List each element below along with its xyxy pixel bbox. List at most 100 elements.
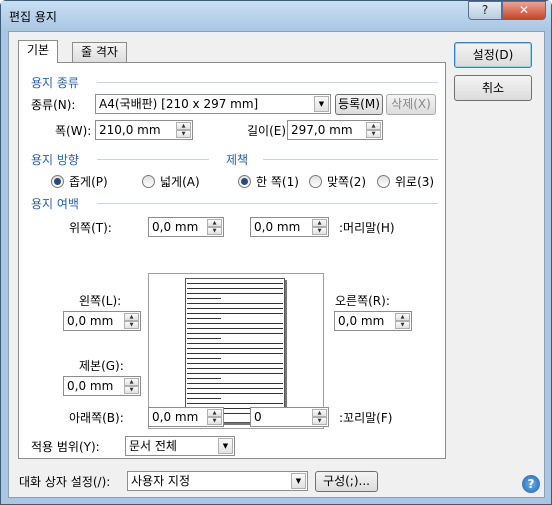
footer-margin-value: 0 <box>254 410 262 424</box>
spin-down-icon[interactable]: ▼ <box>312 417 327 425</box>
binding-top-radio[interactable] <box>377 175 390 188</box>
spin-down-icon[interactable]: ▼ <box>176 130 191 138</box>
header-margin-spinner[interactable]: ▲ ▼ <box>312 219 327 235</box>
margin-left-spinner[interactable]: ▲ ▼ <box>124 313 139 329</box>
spin-up-icon[interactable]: ▲ <box>124 378 139 386</box>
width-spinner[interactable]: ▲ ▼ <box>176 122 191 138</box>
preview-text-line <box>187 323 283 324</box>
margin-left-input[interactable]: 0,0 mm ▲ ▼ <box>63 311 141 331</box>
divider <box>97 82 438 83</box>
margin-right-spinner[interactable]: ▲ ▼ <box>395 313 410 329</box>
spin-down-icon[interactable]: ▼ <box>124 321 139 329</box>
paper-kind-label: 종류(N): <box>31 98 76 112</box>
help-button[interactable]: ? <box>468 1 502 20</box>
dialog-settings-label: 대화 상자 설정(/): <box>19 475 111 489</box>
margin-bottom-value: 0,0 mm <box>152 410 199 424</box>
paper-kind-select[interactable]: A4(국배판) [210 x 297 mm] ▼ <box>95 94 331 114</box>
margin-left-label: 왼쪽(L): <box>79 294 122 308</box>
header-margin-input[interactable]: 0,0 mm ▲ ▼ <box>250 217 329 237</box>
preview-text-line <box>187 333 283 334</box>
margin-bottom-input[interactable]: 0,0 mm ▲ ▼ <box>148 407 224 427</box>
scope-label: 적용 범위(Y): <box>31 440 100 454</box>
scope-select[interactable]: 문서 전체 ▼ <box>125 436 235 456</box>
landscape-label[interactable]: 넓게(A) <box>160 173 200 190</box>
tab-line-grid[interactable]: 줄 격자 <box>72 42 127 63</box>
margin-top-spinner[interactable]: ▲ ▼ <box>207 219 222 235</box>
spin-down-icon[interactable]: ▼ <box>207 227 222 235</box>
help-icon[interactable]: ? <box>522 475 540 493</box>
chevron-down-icon[interactable]: ▼ <box>314 96 329 112</box>
binding-facing-label[interactable]: 맞쪽(2) <box>327 173 366 190</box>
binding-one-side-label[interactable]: 한 쪽(1) <box>256 173 299 190</box>
ok-button[interactable]: 설정(D) <box>454 42 532 68</box>
landscape-radio[interactable] <box>142 175 155 188</box>
scope-value: 문서 전체 <box>129 439 177 453</box>
preview-text-line <box>187 378 221 379</box>
preview-text-line <box>187 398 221 399</box>
tab-basic[interactable]: 기본 <box>18 40 59 63</box>
width-input[interactable]: 210,0 mm ▲ ▼ <box>95 120 193 140</box>
preview-text-line <box>187 328 283 329</box>
title-bar[interactable]: 편집 용지 ? ✕ <box>1 1 551 31</box>
preview-text-line <box>187 298 221 299</box>
spin-up-icon[interactable]: ▲ <box>366 122 381 130</box>
spin-up-icon[interactable]: ▲ <box>207 219 222 227</box>
preview-text-line <box>187 283 283 284</box>
binding-facing-radio[interactable] <box>309 175 322 188</box>
gutter-spinner[interactable]: ▲ ▼ <box>124 378 139 394</box>
binding-one-side-radio[interactable] <box>238 175 251 188</box>
chevron-down-icon[interactable]: ▼ <box>291 473 306 489</box>
divider <box>263 159 438 160</box>
dialog-settings-select[interactable]: 사용자 지정 ▼ <box>127 471 308 491</box>
register-button[interactable]: 등록(M) <box>335 94 383 115</box>
spin-up-icon[interactable]: ▲ <box>124 313 139 321</box>
spin-down-icon[interactable]: ▼ <box>395 321 410 329</box>
spin-up-icon[interactable]: ▲ <box>395 313 410 321</box>
page-preview <box>148 273 324 429</box>
gutter-input[interactable]: 0,0 mm ▲ ▼ <box>63 376 141 396</box>
binding-top-label[interactable]: 위로(3) <box>395 173 434 190</box>
length-spinner[interactable]: ▲ ▼ <box>366 122 381 138</box>
margin-left-value: 0,0 mm <box>67 314 114 328</box>
spin-down-icon[interactable]: ▼ <box>312 227 327 235</box>
configure-button[interactable]: 구성(;)... <box>315 471 378 492</box>
preview-text-line <box>187 343 283 344</box>
preview-text-line <box>187 288 283 289</box>
preview-text-line <box>187 388 283 389</box>
margin-right-label: 오른쪽(R): <box>335 294 390 308</box>
margin-bottom-spinner[interactable]: ▲ ▼ <box>207 409 222 425</box>
tab-panel-basic: 용지 종류 종류(N): A4(국배판) [210 x 297 mm] ▼ 등록… <box>18 62 446 459</box>
preview-text-line <box>187 293 283 294</box>
spin-up-icon[interactable]: ▲ <box>176 122 191 130</box>
margin-top-value: 0,0 mm <box>152 220 199 234</box>
spin-down-icon[interactable]: ▼ <box>124 386 139 394</box>
divider <box>97 159 209 160</box>
preview-text-line <box>187 348 283 349</box>
portrait-radio[interactable] <box>51 175 64 188</box>
paper-kind-value: A4(국배판) [210 x 297 mm] <box>99 97 259 111</box>
close-button[interactable]: ✕ <box>502 1 546 20</box>
spin-up-icon[interactable]: ▲ <box>312 219 327 227</box>
footer-margin-input[interactable]: 0 ▲ ▼ <box>250 407 329 427</box>
delete-button[interactable]: 삭제(X) <box>386 94 436 115</box>
section-binding: 제책 <box>226 153 249 167</box>
header-margin-value: 0,0 mm <box>254 220 301 234</box>
divider <box>97 203 438 204</box>
margin-top-input[interactable]: 0,0 mm ▲ ▼ <box>148 217 224 237</box>
cancel-button[interactable]: 취소 <box>454 75 532 101</box>
gutter-label: 제본(G): <box>79 359 124 373</box>
chevron-down-icon[interactable]: ▼ <box>218 438 233 454</box>
length-input[interactable]: 297,0 mm ▲ ▼ <box>287 120 383 140</box>
footer-margin-spinner[interactable]: ▲ ▼ <box>312 409 327 425</box>
margin-right-input[interactable]: 0,0 mm ▲ ▼ <box>334 311 412 331</box>
portrait-label[interactable]: 좁게(P) <box>69 173 108 190</box>
preview-text-line <box>187 313 283 314</box>
spin-down-icon[interactable]: ▼ <box>207 417 222 425</box>
spin-up-icon[interactable]: ▲ <box>312 409 327 417</box>
spin-down-icon[interactable]: ▼ <box>366 130 381 138</box>
preview-text-line <box>187 368 283 369</box>
spin-up-icon[interactable]: ▲ <box>207 409 222 417</box>
preview-page <box>185 278 285 423</box>
preview-text-line <box>187 358 221 359</box>
preview-text-line <box>187 303 283 304</box>
